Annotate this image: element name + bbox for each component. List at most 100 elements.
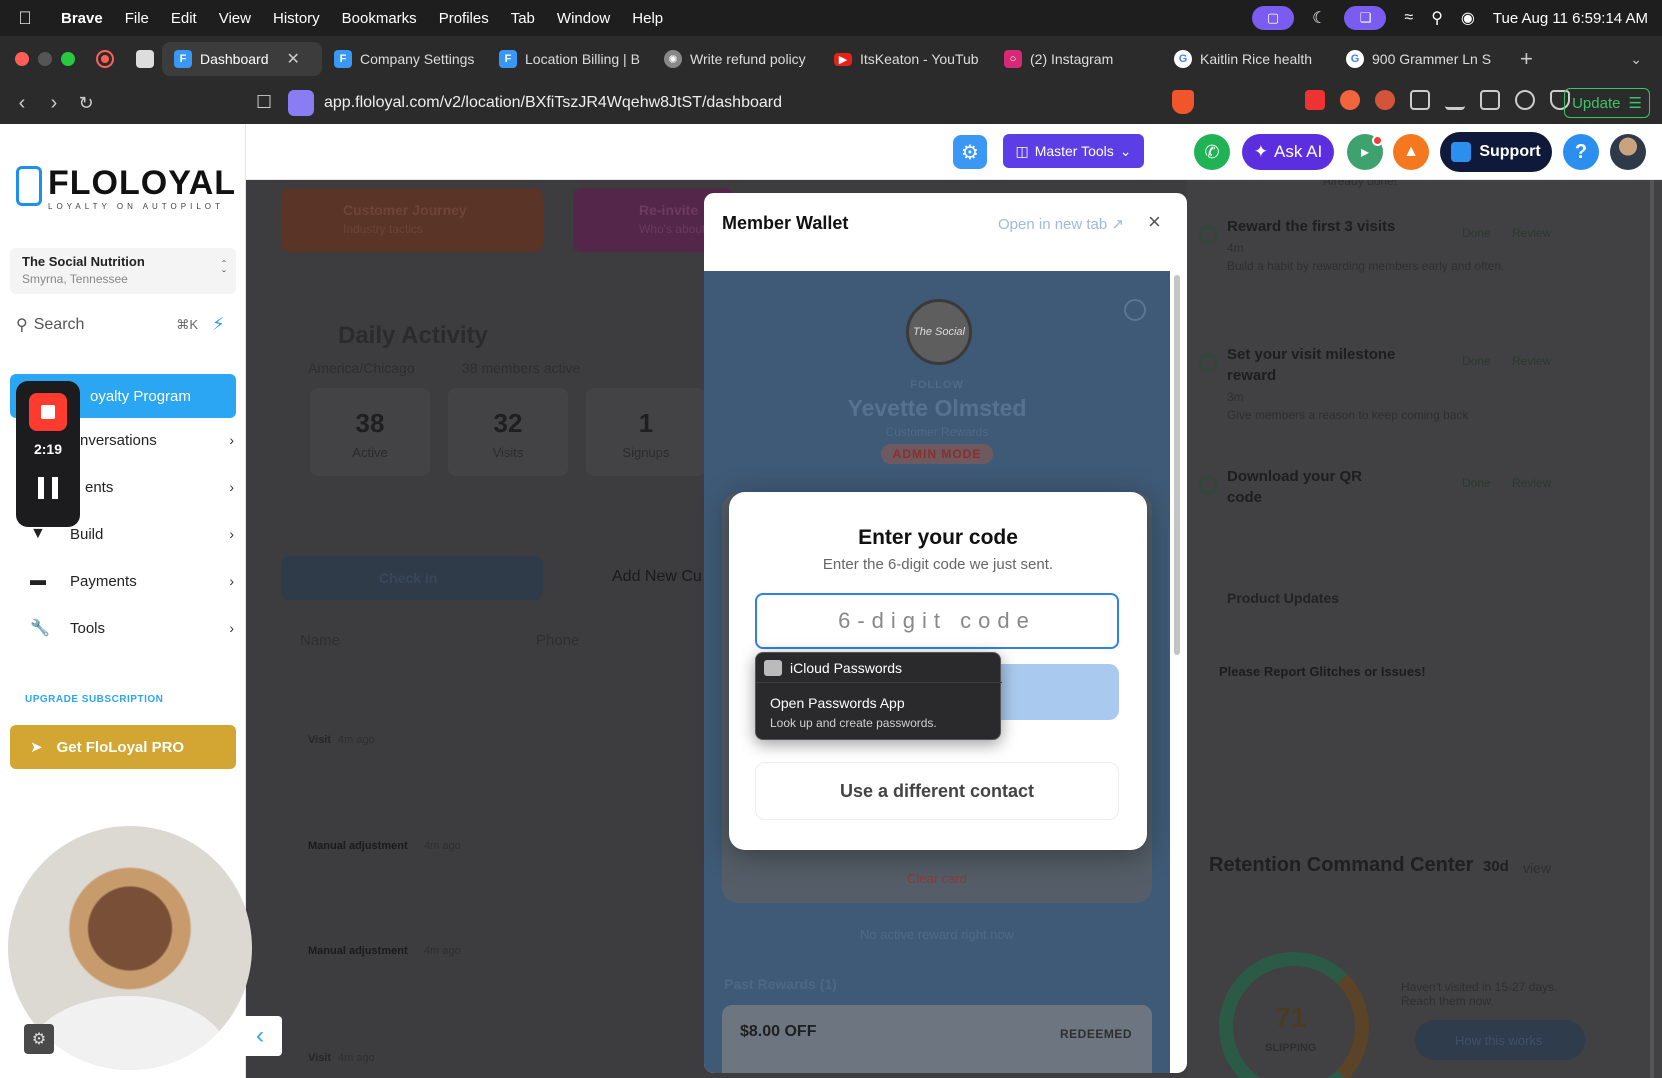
phone-icon[interactable]: ✆ bbox=[1194, 134, 1230, 170]
page-scrollbar[interactable] bbox=[1650, 180, 1654, 1078]
user-avatar[interactable] bbox=[1610, 134, 1646, 170]
site-info-icon[interactable] bbox=[288, 90, 314, 116]
apple-icon[interactable]:  bbox=[0, 8, 50, 29]
screen-recording-widget: 2:19 bbox=[16, 381, 80, 527]
tab-dashboard[interactable]: F Dashboard ✕ bbox=[162, 42, 322, 76]
spotlight-search-icon[interactable]: ⚲ bbox=[1431, 8, 1443, 28]
task-time: 4m bbox=[1227, 241, 1244, 255]
extension-orange-icon[interactable] bbox=[1340, 90, 1360, 110]
moon-icon[interactable]: ☾ bbox=[1312, 8, 1326, 28]
verification-code-input[interactable] bbox=[755, 593, 1119, 649]
tab-list-chevron-icon[interactable]: ⌄ bbox=[1630, 51, 1642, 68]
menu-history[interactable]: History bbox=[262, 10, 331, 27]
ask-ai-button[interactable]: ✦ Ask AI bbox=[1242, 134, 1334, 170]
timezone-label: America/Chicago bbox=[308, 360, 415, 376]
sidebar-item-payments[interactable]: ▬ Payments › bbox=[20, 561, 234, 601]
menu-file[interactable]: File bbox=[114, 10, 160, 27]
sidebar-item-tools[interactable]: 🔧 Tools › bbox=[20, 608, 234, 648]
menu-view[interactable]: View bbox=[208, 10, 262, 27]
announcements-megaphone-icon[interactable]: ▸ bbox=[1347, 134, 1383, 170]
floloyal-logo[interactable]: FLOLOYAL LOYALTY ON AUTOPILOT bbox=[16, 164, 235, 214]
menu-bar-clock[interactable]: Tue Aug 11 6:59:14 AM bbox=[1493, 10, 1648, 27]
close-icon[interactable]: × bbox=[1148, 209, 1161, 235]
menu-app-name[interactable]: Brave bbox=[50, 10, 114, 27]
sidebar-item-label: ents bbox=[85, 478, 114, 496]
extension-burst-icon[interactable] bbox=[1375, 90, 1395, 110]
pinned-tab[interactable] bbox=[128, 42, 162, 76]
tab-instagram[interactable]: ○ (2) Instagram bbox=[992, 42, 1162, 76]
lightning-bolt-icon[interactable]: ⚡ bbox=[212, 314, 225, 335]
task-review-link: Review bbox=[1512, 354, 1552, 368]
menu-edit[interactable]: Edit bbox=[160, 10, 208, 27]
use-different-contact-button[interactable]: Use a different contact bbox=[755, 762, 1119, 820]
tab-company-settings[interactable]: F Company Settings bbox=[322, 42, 487, 76]
menu-help[interactable]: Help bbox=[621, 10, 674, 27]
settings-gear-icon[interactable]: ⚙ bbox=[953, 135, 987, 169]
control-center-icon[interactable]: ◉ bbox=[1461, 8, 1475, 28]
task-done-link: Done bbox=[1462, 354, 1491, 368]
modal-header: Member Wallet Open in new tab ↗ × bbox=[704, 193, 1187, 271]
tab-write-refund-policy[interactable]: ✺ Write refund policy bbox=[652, 42, 822, 76]
bookmark-icon[interactable]: ☐ bbox=[256, 92, 272, 113]
tab-google-search-2[interactable]: G 900 Grammer Ln S bbox=[1334, 42, 1506, 76]
tab-label: (2) Instagram bbox=[1030, 51, 1114, 67]
collapse-sidebar-chevron-icon[interactable]: ‹ bbox=[238, 1016, 282, 1056]
checkmark-circle-icon bbox=[1199, 354, 1217, 372]
menu-bookmarks[interactable]: Bookmarks bbox=[331, 10, 428, 27]
sidebar-search[interactable]: ⚲ Search ⌘K bbox=[10, 308, 206, 342]
upgrade-subscription-label[interactable]: UPGRADE SUBSCRIPTION bbox=[25, 694, 163, 705]
clear-card-link[interactable]: Clear card bbox=[704, 871, 1170, 886]
tab-location-billing[interactable]: F Location Billing | B bbox=[487, 42, 652, 76]
column-phone: Phone bbox=[536, 632, 580, 649]
notification-dot bbox=[1372, 135, 1383, 146]
notifications-bell-icon[interactable]: ▲ bbox=[1393, 134, 1429, 170]
brave-shields-icon[interactable] bbox=[1172, 90, 1194, 114]
pause-recording-icon[interactable] bbox=[38, 477, 58, 499]
update-button[interactable]: Update ☰ bbox=[1564, 88, 1650, 118]
support-button[interactable]: Support bbox=[1440, 132, 1552, 172]
reload-icon[interactable]: ↻ bbox=[70, 93, 102, 114]
get-floloyal-pro-button[interactable]: ➤ Get FloLoyal PRO bbox=[10, 725, 236, 769]
help-icon[interactable]: ? bbox=[1563, 134, 1599, 170]
tab-youtube[interactable]: ▶ ItsKeaton - YouTub bbox=[822, 42, 992, 76]
browser-tab-strip: F Dashboard ✕ F Company Settings F Locat… bbox=[0, 36, 1662, 82]
maximize-window-icon[interactable] bbox=[61, 52, 75, 66]
screen-mirror-icon[interactable]: ❏ bbox=[1344, 6, 1387, 30]
how-this-works-button: How this works bbox=[1415, 1020, 1585, 1060]
wallet-scrollbar[interactable] bbox=[1174, 275, 1180, 655]
back-arrow-icon[interactable]: ‹ bbox=[6, 92, 38, 115]
close-tab-icon[interactable]: ✕ bbox=[287, 49, 300, 69]
tab-label: Location Billing | B bbox=[525, 51, 640, 67]
reward-card: $8.00 OFF REDEEMED bbox=[722, 1005, 1152, 1073]
row-time: 4m ago bbox=[424, 840, 461, 852]
forward-arrow-icon[interactable]: › bbox=[38, 92, 70, 115]
open-in-new-tab-link[interactable]: Open in new tab ↗ bbox=[998, 215, 1124, 233]
extension-calendar-icon[interactable] bbox=[1305, 90, 1325, 110]
extensions-puzzle-icon[interactable] bbox=[1410, 90, 1430, 110]
minimize-window-icon[interactable] bbox=[38, 52, 52, 66]
downloads-icon[interactable] bbox=[1445, 90, 1465, 110]
menu-window[interactable]: Window bbox=[546, 10, 621, 27]
menu-profiles[interactable]: Profiles bbox=[428, 10, 500, 27]
search-label: Search bbox=[33, 316, 85, 333]
stop-recording-icon[interactable] bbox=[29, 393, 67, 431]
new-tab-plus-icon[interactable]: + bbox=[1506, 46, 1547, 72]
master-tools-button[interactable]: ◫ Master Tools ⌄ bbox=[1003, 134, 1144, 168]
tab-google-search-1[interactable]: G Kaitlin Rice health bbox=[1162, 42, 1334, 76]
record-indicator-icon bbox=[96, 50, 114, 68]
credit-card-icon: ▬ bbox=[30, 572, 46, 589]
webcam-settings-gear-icon[interactable]: ⚙ bbox=[24, 1024, 54, 1054]
holder-name: Yevette Olmsted bbox=[847, 395, 1027, 421]
holder-label: FOLLOW bbox=[910, 379, 964, 391]
task-done-link: Done bbox=[1462, 226, 1491, 240]
task-title: Reward the first 3 visits bbox=[1227, 218, 1396, 235]
close-window-icon[interactable] bbox=[15, 52, 29, 66]
address-bar[interactable]: app.floloyal.com/v2/location/BXfiTszJR4W… bbox=[288, 86, 1168, 120]
location-switcher[interactable]: The Social Nutrition Smyrna, Tennessee ˆ… bbox=[10, 248, 236, 294]
wifi-icon[interactable]: ≈ bbox=[1404, 9, 1413, 27]
task-title: Set your visit milestone reward bbox=[1227, 346, 1396, 384]
wallet-icon[interactable] bbox=[1480, 90, 1500, 110]
screen-recorder-icon[interactable]: ▢ bbox=[1252, 6, 1295, 30]
menu-tab[interactable]: Tab bbox=[500, 10, 546, 27]
leo-ai-icon[interactable] bbox=[1515, 90, 1535, 110]
